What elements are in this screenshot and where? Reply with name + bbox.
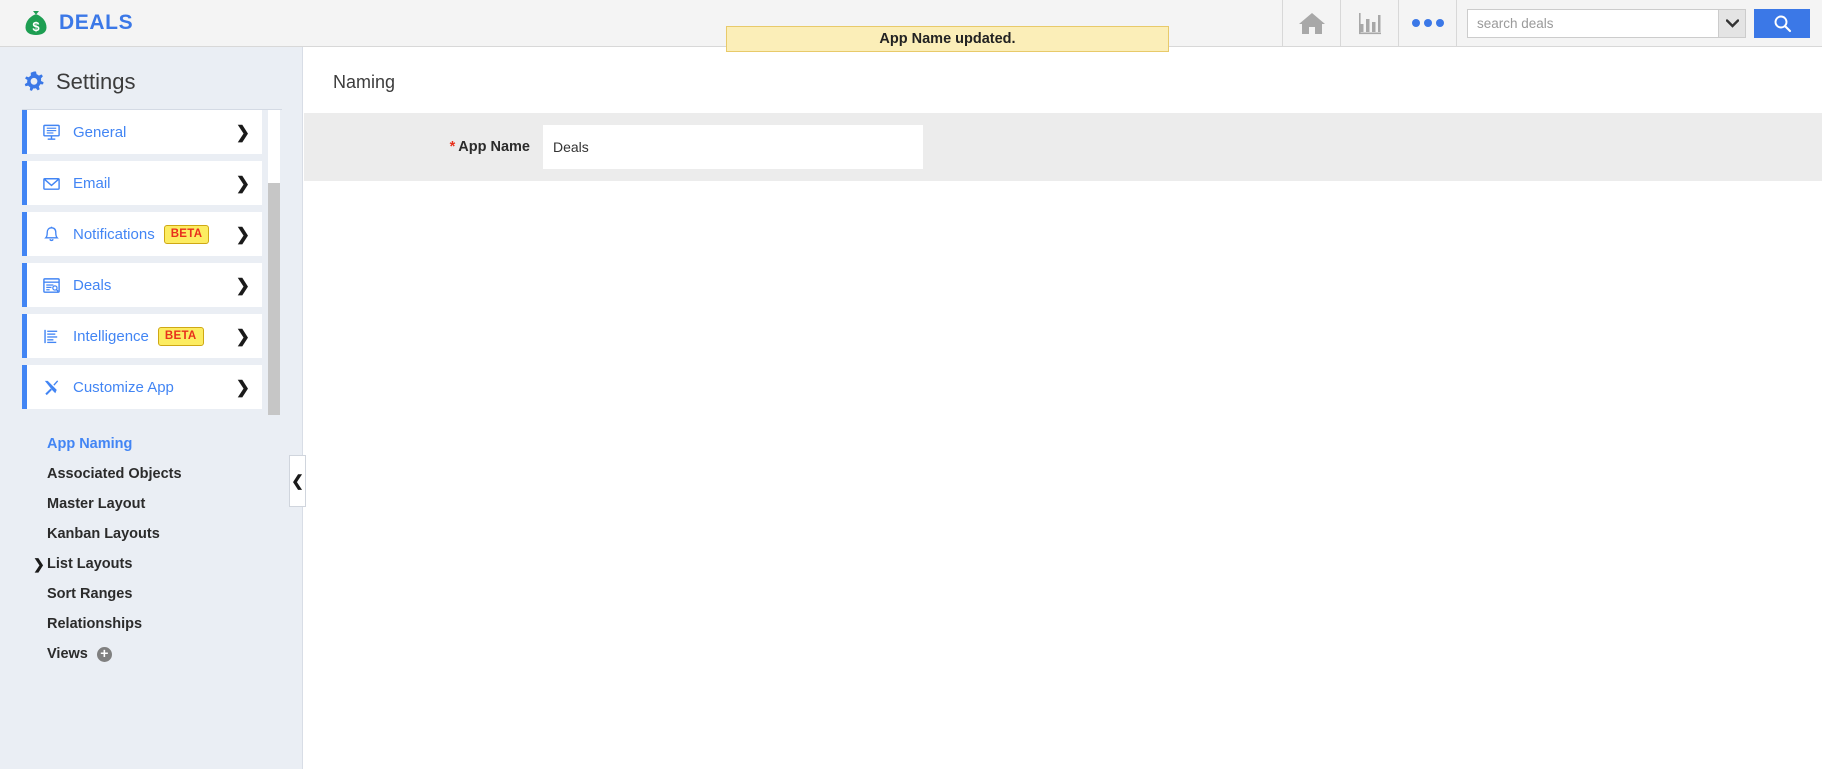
reports-button[interactable]	[1340, 0, 1398, 46]
more-options-icon	[1411, 19, 1444, 27]
beta-badge: BETA	[157, 326, 204, 346]
app-name-label-text: App Name	[458, 139, 530, 155]
more-options-button[interactable]	[1398, 0, 1456, 46]
sidebar-item-intelligence[interactable]: Intelligence BETA ❯	[22, 314, 262, 358]
beta-badge: BETA	[163, 224, 210, 244]
sidebar-item-label: Deals	[73, 276, 112, 294]
app-name-input[interactable]	[543, 125, 923, 169]
gear-icon	[24, 71, 44, 91]
sidebar-item-label: Intelligence	[73, 327, 149, 345]
chevron-right-icon: ❯	[235, 173, 250, 193]
sidebar-subitem-list-layouts[interactable]: ❯ List Layouts	[33, 549, 302, 579]
customize-app-sublist: App Naming Associated Objects Master Lay…	[0, 415, 302, 669]
sidebar-item-email[interactable]: Email ❯	[22, 161, 262, 205]
search-input[interactable]	[1467, 8, 1718, 38]
monitor-icon	[41, 122, 61, 142]
sidebar-nav-scroll: General ❯ Email ❯ Notifications BETA ❯ D…	[0, 110, 302, 415]
notification-message: App Name updated.	[879, 31, 1016, 47]
chevron-left-icon: ❮	[291, 473, 304, 490]
sidebar-item-label: General	[73, 123, 127, 141]
sidebar-subitem-label: Kanban Layouts	[47, 526, 160, 542]
brand[interactable]: $ DEALS	[22, 0, 133, 46]
sidebar-subitem-label: Sort Ranges	[47, 586, 133, 602]
sidebar-subitem-master-layout[interactable]: Master Layout	[47, 489, 302, 519]
sidebar-item-label: Customize App	[73, 378, 174, 396]
brand-name: DEALS	[59, 11, 134, 34]
top-bar: $ DEALS App Name updated.	[0, 0, 1822, 52]
bell-icon	[41, 224, 61, 244]
sidebar-subitem-label: Views	[47, 646, 88, 662]
money-bag-icon: $	[25, 11, 47, 35]
sidebar-subitem-label: Associated Objects	[47, 466, 182, 482]
sidebar-subitem-kanban-layouts[interactable]: Kanban Layouts	[47, 519, 302, 549]
search-area	[1456, 0, 1822, 46]
add-view-icon[interactable]: +	[96, 646, 112, 662]
sidebar-item-deals[interactable]: Deals ❯	[22, 263, 262, 307]
sidebar-item-label: Notifications	[73, 225, 155, 243]
chevron-down-icon: ❯	[235, 377, 250, 397]
chevron-down-icon	[1725, 18, 1739, 28]
sidebar-subitem-label: Master Layout	[47, 496, 146, 512]
sidebar-subitem-associated-objects[interactable]: Associated Objects	[47, 459, 302, 489]
sidebar-subitem-label: App Naming	[47, 436, 133, 452]
svg-text:$: $	[32, 19, 40, 34]
sidebar-collapse-handle[interactable]: ❮	[289, 455, 306, 507]
sidebar-scrollbar-thumb[interactable]	[268, 183, 280, 415]
chevron-right-icon: ❯	[235, 326, 250, 346]
sidebar-subitem-sort-ranges[interactable]: Sort Ranges	[47, 579, 302, 609]
search-button[interactable]	[1754, 8, 1810, 38]
main-content: Naming * App Name	[304, 47, 1822, 769]
app-name-label: * App Name	[304, 139, 543, 155]
required-marker: *	[449, 139, 456, 155]
search-icon	[1774, 15, 1791, 32]
tools-icon	[41, 377, 61, 397]
search-scope-dropdown[interactable]	[1718, 8, 1746, 38]
top-bar-actions	[1282, 0, 1822, 46]
notification-banner: App Name updated.	[726, 26, 1169, 52]
sidebar-header: Settings	[0, 47, 302, 109]
settings-sidebar: Settings General ❯ Email ❯ Notifications…	[0, 47, 303, 769]
chevron-right-icon: ❯	[33, 556, 45, 572]
sidebar-title: Settings	[56, 69, 136, 94]
home-icon	[1298, 13, 1325, 34]
document-lines-icon	[41, 326, 61, 346]
sidebar-item-customize-app[interactable]: Customize App ❯	[22, 365, 262, 409]
sidebar-item-label: Email	[73, 174, 111, 192]
chevron-right-icon: ❯	[235, 122, 250, 142]
page-title: Naming	[333, 72, 396, 92]
chevron-right-icon: ❯	[235, 224, 250, 244]
sidebar-item-general[interactable]: General ❯	[22, 110, 262, 154]
chevron-right-icon: ❯	[235, 275, 250, 295]
sidebar-subitem-relationships[interactable]: Relationships	[47, 609, 302, 639]
window-search-icon	[41, 275, 61, 295]
sidebar-subitem-label: Relationships	[47, 616, 143, 632]
reports-chart-icon	[1358, 13, 1381, 35]
envelope-icon	[41, 173, 61, 193]
sidebar-subitem-views[interactable]: Views +	[47, 639, 302, 669]
sidebar-subitem-label: List Layouts	[47, 556, 133, 572]
sidebar-subitem-app-naming[interactable]: App Naming	[47, 429, 302, 459]
app-name-form-row: * App Name	[304, 113, 1822, 181]
sidebar-item-notifications[interactable]: Notifications BETA ❯	[22, 212, 262, 256]
home-button[interactable]	[1282, 0, 1340, 46]
